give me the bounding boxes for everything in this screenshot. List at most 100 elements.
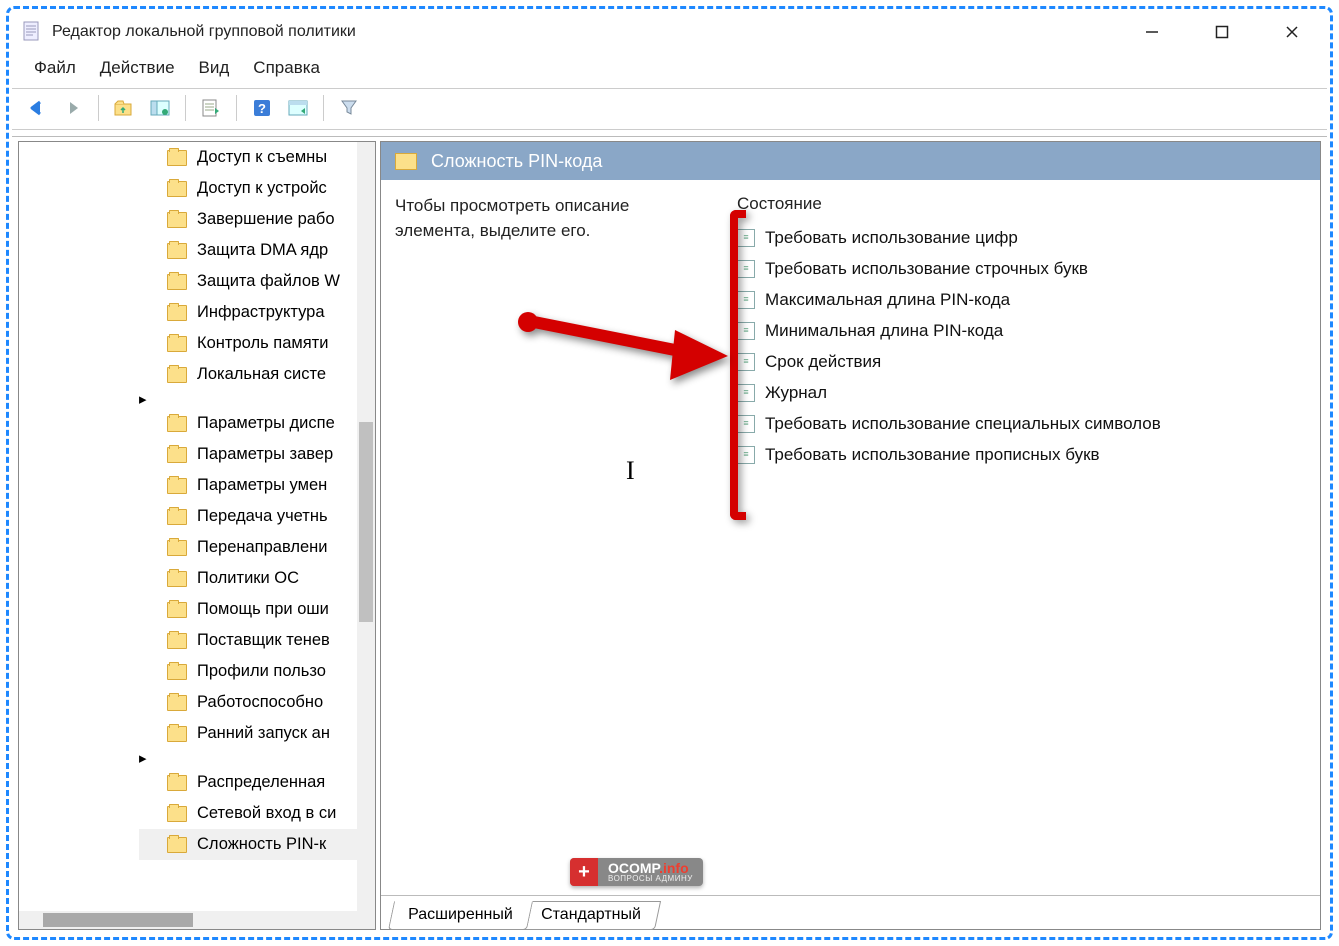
policy-icon: ≡ xyxy=(737,229,755,247)
menu-help[interactable]: Справка xyxy=(253,58,320,78)
folder-icon xyxy=(167,212,187,228)
tree-item[interactable]: Инфраструктура xyxy=(139,297,375,328)
tree-item[interactable]: Параметры завер xyxy=(139,439,375,470)
show-hide-tree-button[interactable] xyxy=(145,93,175,123)
menu-action[interactable]: Действие xyxy=(100,58,175,78)
close-button[interactable] xyxy=(1277,17,1307,47)
folder-icon xyxy=(167,664,187,680)
policy-icon: ≡ xyxy=(737,446,755,464)
tree-item[interactable]: Локальная систе xyxy=(139,359,375,390)
folder-icon xyxy=(167,447,187,463)
folder-icon xyxy=(167,540,187,556)
tree-item-label: Защита файлов W xyxy=(197,272,340,291)
tree-item-label: Контроль памяти xyxy=(197,334,328,353)
policy-item[interactable]: ≡Срок действия xyxy=(737,346,1320,377)
folder-icon xyxy=(395,153,417,170)
policy-item[interactable]: ≡ Требовать использование цифр xyxy=(737,222,1320,253)
tree-item[interactable]: Защита DMA ядр xyxy=(139,235,375,266)
tree-item[interactable]: Контроль памяти xyxy=(139,328,375,359)
folder-icon xyxy=(167,602,187,618)
tree-item[interactable]: Параметры диспе xyxy=(139,408,375,439)
folder-icon xyxy=(167,695,187,711)
tree-item[interactable]: Сетевой вход в си xyxy=(139,798,375,829)
folder-icon xyxy=(167,150,187,166)
details-pane-button[interactable] xyxy=(283,93,313,123)
menu-bar: Файл Действие Вид Справка xyxy=(12,52,1327,88)
up-folder-button[interactable] xyxy=(109,93,139,123)
tree-item[interactable]: Работоспособно xyxy=(139,687,375,718)
policy-item[interactable]: ≡ Требовать использование специальных сим… xyxy=(737,408,1320,439)
policy-label: Требовать использование строчных букв xyxy=(765,259,1088,279)
nav-forward-button[interactable] xyxy=(58,93,88,123)
tree-item-label: Параметры диспе xyxy=(197,414,335,433)
tree-item-label: Помощь при оши xyxy=(197,600,329,619)
nav-back-button[interactable] xyxy=(22,93,52,123)
tree-item[interactable]: Профили пользо xyxy=(139,656,375,687)
tree-item-label: Поставщик тенев xyxy=(197,631,330,650)
details-pane: Сложность PIN-кода Чтобы просмотреть опи… xyxy=(380,141,1321,930)
filter-button[interactable] xyxy=(334,93,364,123)
tree-item[interactable]: Ранний запуск ан xyxy=(139,718,375,749)
details-title: Сложность PIN-кода xyxy=(431,151,602,172)
policy-icon: ≡ xyxy=(737,260,755,278)
tree-item[interactable]: Политики ОС xyxy=(139,563,375,594)
policy-label: Срок действия xyxy=(765,352,881,372)
folder-icon xyxy=(167,837,187,853)
policy-label: Требовать использование прописных букв xyxy=(765,445,1100,465)
tree-item-label: Параметры умен xyxy=(197,476,327,495)
folder-icon xyxy=(167,633,187,649)
policy-label: Журнал xyxy=(765,383,827,403)
folder-icon xyxy=(167,806,187,822)
tree-item[interactable]: Доступ к устройс xyxy=(139,173,375,204)
tree-item[interactable]: Перенаправлени xyxy=(139,532,375,563)
tree-item-label: Сетевой вход в си xyxy=(197,804,336,823)
tab-standard[interactable]: Стандартный xyxy=(521,901,661,930)
state-column-header[interactable]: Состояние xyxy=(737,194,1320,214)
tree-item-label: Распределенная xyxy=(197,773,325,792)
menu-file[interactable]: Файл xyxy=(34,58,76,78)
svg-text:?: ? xyxy=(258,101,266,116)
tree-horizontal-scrollbar[interactable] xyxy=(19,911,375,929)
policy-item[interactable]: ≡ Требовать использование прописных букв xyxy=(737,439,1320,470)
tree-item[interactable]: Защита файлов W xyxy=(139,266,375,297)
menu-view[interactable]: Вид xyxy=(199,58,230,78)
policy-icon: ≡ xyxy=(737,415,755,433)
tree-item-label: Ранний запуск ан xyxy=(197,724,330,743)
tree-vertical-scrollbar[interactable] xyxy=(357,142,375,911)
tree-item[interactable]: Сложность PIN-к xyxy=(139,829,375,860)
folder-icon xyxy=(167,305,187,321)
expand-icon[interactable]: ▸ xyxy=(139,750,147,767)
tree-item[interactable]: Завершение рабо xyxy=(139,204,375,235)
policy-icon: ≡ xyxy=(737,384,755,402)
tree-item-label: Защита DMA ядр xyxy=(197,241,328,260)
help-button[interactable]: ? xyxy=(247,93,277,123)
folder-icon xyxy=(167,509,187,525)
expand-icon[interactable]: ▸ xyxy=(139,391,147,408)
policy-item[interactable]: ≡ Журнал xyxy=(737,377,1320,408)
policy-label: Требовать использование специальных симв… xyxy=(765,414,1161,434)
tree-item[interactable]: Помощь при оши xyxy=(139,594,375,625)
tree-item[interactable]: Поставщик тенев xyxy=(139,625,375,656)
main-content: Доступ к съемныДоступ к устройсЗавершени… xyxy=(12,136,1327,934)
export-list-button[interactable] xyxy=(196,93,226,123)
folder-icon xyxy=(167,726,187,742)
tab-extended[interactable]: Расширенный xyxy=(388,901,533,930)
details-header: Сложность PIN-кода xyxy=(381,142,1320,180)
tree-item-label: Сложность PIN-к xyxy=(197,835,326,854)
tree-item-label: Инфраструктура xyxy=(197,303,325,322)
tree-item[interactable]: Параметры умен xyxy=(139,470,375,501)
tree-item[interactable]: Распределенная xyxy=(139,767,375,798)
toolbar: ? xyxy=(12,88,1327,130)
tree-item[interactable]: Доступ к съемны xyxy=(139,142,375,173)
policy-item[interactable]: ≡Максимальная длина PIN-кода xyxy=(737,284,1320,315)
description-text: Чтобы просмотреть описание элемента, выд… xyxy=(395,194,715,895)
policy-label: Требовать использование цифр xyxy=(765,228,1018,248)
minimize-button[interactable] xyxy=(1137,17,1167,47)
tree-item[interactable]: Передача учетнь xyxy=(139,501,375,532)
policy-item[interactable]: ≡ Требовать использование строчных букв xyxy=(737,253,1320,284)
folder-icon xyxy=(167,274,187,290)
policy-item[interactable]: ≡Минимальная длина PIN-кода xyxy=(737,315,1320,346)
tree-item-label: Параметры завер xyxy=(197,445,333,464)
folder-icon xyxy=(167,181,187,197)
maximize-button[interactable] xyxy=(1207,17,1237,47)
